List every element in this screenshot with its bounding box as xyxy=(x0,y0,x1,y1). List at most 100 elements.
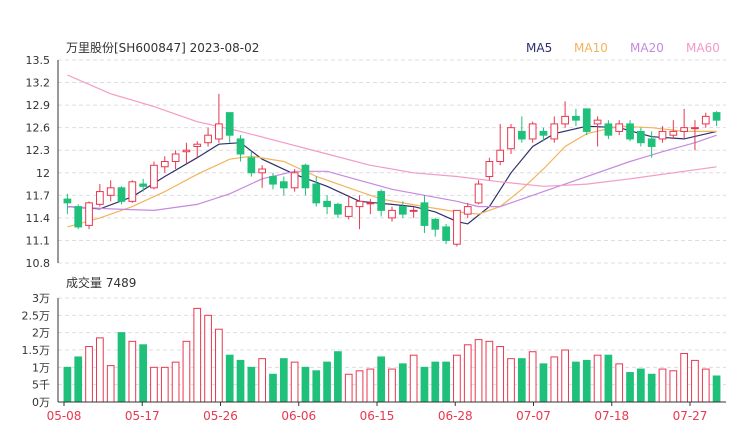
volume-bar xyxy=(517,358,526,403)
candle-body xyxy=(463,206,472,215)
candle-body xyxy=(128,181,137,202)
volume-bar xyxy=(171,361,180,403)
price-tick-label: 12.6 xyxy=(26,122,51,135)
candle-body xyxy=(225,112,234,136)
price-tick-label: 12.3 xyxy=(26,144,51,157)
candle-body xyxy=(593,119,602,125)
candle xyxy=(225,112,234,143)
volume-bar xyxy=(658,368,667,403)
volume-bar xyxy=(106,365,115,403)
price-tick-label: 13.2 xyxy=(26,77,51,90)
candle xyxy=(626,120,634,142)
volume-bar xyxy=(236,359,245,403)
price-tick-label: 11.4 xyxy=(26,212,51,225)
volume-bar xyxy=(290,361,299,403)
candle-body xyxy=(215,123,223,140)
candle xyxy=(171,150,180,170)
candle-body xyxy=(355,200,364,208)
price-tick-label: 12 xyxy=(36,167,50,180)
candle xyxy=(712,111,721,127)
candle-body xyxy=(85,202,93,226)
x-tick-label: 07-18 xyxy=(594,409,629,423)
candle-body xyxy=(334,203,342,215)
candle-body xyxy=(160,161,169,168)
candle-body xyxy=(420,202,429,226)
candle xyxy=(150,161,158,190)
candle-body xyxy=(106,187,115,196)
candle-body xyxy=(312,183,321,204)
candle-body xyxy=(701,115,710,125)
candle-body xyxy=(193,143,202,147)
volume-bar xyxy=(117,332,126,403)
volume-bar xyxy=(96,337,104,403)
candle xyxy=(420,195,429,233)
x-tick-label: 07-07 xyxy=(516,409,551,423)
volume-bar xyxy=(669,370,678,403)
candle xyxy=(139,178,148,192)
candle-body xyxy=(301,164,310,189)
price-y-axis: 13.5 13.2 12.9 12.6 12.3 12 11.7 11.4 11.1 10.8 xyxy=(26,54,59,270)
volume-bar xyxy=(539,363,548,403)
candle xyxy=(301,163,310,196)
candle xyxy=(409,206,418,218)
volume-bar xyxy=(334,351,342,403)
candle-body xyxy=(204,134,212,144)
volume-bar xyxy=(398,363,407,403)
volume-bar xyxy=(615,363,624,403)
volume-bar xyxy=(420,366,429,403)
candle-body xyxy=(572,115,580,121)
candle-body xyxy=(550,123,559,140)
candle xyxy=(117,186,126,205)
candle-body xyxy=(442,226,450,241)
candle xyxy=(474,180,483,205)
candle-body xyxy=(279,181,288,189)
candle-body xyxy=(247,157,256,174)
candle-body xyxy=(63,198,72,204)
candle xyxy=(636,127,645,147)
candle xyxy=(204,127,212,147)
volume-bar xyxy=(182,340,191,403)
volume-bar xyxy=(225,354,234,403)
volume-bar xyxy=(247,366,256,403)
candle-body xyxy=(96,191,104,205)
volume-tick-label: 2.5万 xyxy=(22,309,51,322)
candle-body xyxy=(517,130,526,140)
candle xyxy=(258,165,267,188)
candle-body xyxy=(139,183,148,187)
candle xyxy=(279,176,288,196)
candle xyxy=(507,123,515,154)
price-tick-label: 13.5 xyxy=(26,54,51,67)
candle-body xyxy=(269,176,277,185)
candle-body xyxy=(485,161,494,178)
moving-average-lines xyxy=(67,74,717,228)
candle xyxy=(215,93,223,143)
price-tick-label: 11.1 xyxy=(26,234,51,247)
price-tick-label: 11.7 xyxy=(26,189,51,202)
candle-body xyxy=(398,206,407,215)
volume-bar xyxy=(388,368,396,403)
candle xyxy=(193,141,202,158)
volume-bar xyxy=(647,373,656,403)
x-tick-label: 06-28 xyxy=(438,409,473,423)
volume-tick-label: 1万 xyxy=(32,361,50,374)
volume-bar xyxy=(636,368,645,403)
candle xyxy=(334,202,342,218)
candle xyxy=(572,108,580,127)
volume-bar xyxy=(528,351,537,403)
candle-body xyxy=(680,127,688,132)
candle xyxy=(604,120,613,139)
candle-body xyxy=(712,112,721,121)
candle-body xyxy=(431,218,440,230)
candle xyxy=(182,142,191,164)
candle-body xyxy=(150,164,158,189)
candle xyxy=(680,108,688,139)
volume-bar xyxy=(582,359,591,403)
volume-bar xyxy=(712,375,721,403)
candle-body xyxy=(474,183,483,204)
volume-bar xyxy=(463,344,472,403)
candle xyxy=(106,180,115,202)
candle xyxy=(247,151,256,177)
candle-body xyxy=(615,123,624,132)
chart-title: 万里股份[SH600847] 2023-08-02 xyxy=(66,41,259,55)
volume-bar xyxy=(691,359,699,403)
